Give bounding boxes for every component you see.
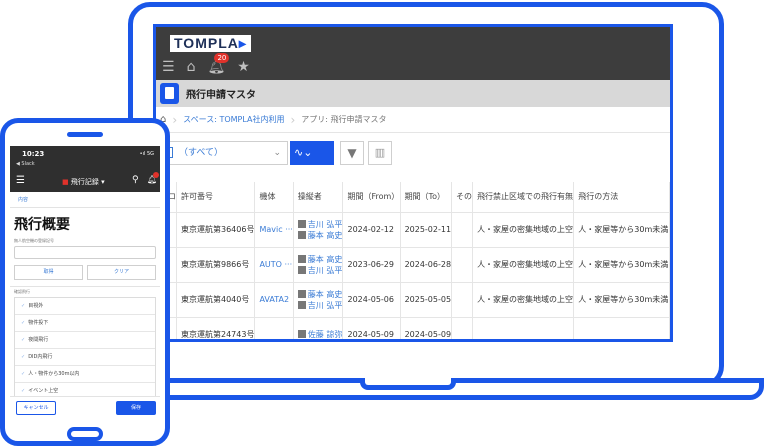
- back-to-app[interactable]: ◀ Slack: [16, 161, 35, 167]
- table-row[interactable]: 3 東京運航第4040号 AVATA2 藤本 高史 吉川 弘平 2024-05-…: [156, 282, 670, 318]
- user-link[interactable]: 佐藤 諒弥: [297, 329, 342, 339]
- user-icon: [297, 330, 306, 338]
- status-time: 10:23: [22, 150, 45, 158]
- app-icon: [160, 83, 179, 104]
- clear-button[interactable]: クリア: [87, 265, 156, 280]
- menu-icon[interactable]: ☰: [16, 175, 25, 186]
- filter-button[interactable]: ▼: [340, 141, 364, 165]
- column-header[interactable]: 飛行の方法: [573, 182, 670, 213]
- phone-frame: 10:23 ◀ Slack •ıl 5G ☰ ■ 飛行記録 ▾ ⚲ 🔔︎ 内容 …: [0, 118, 170, 446]
- chart-button[interactable]: ▥: [368, 141, 392, 165]
- status-bar: 10:23 ◀ Slack •ıl 5G: [10, 146, 160, 172]
- table-row[interactable]: 4 東京運航第9866号 AUTO ··· 藤本 高史 吉川 弘平 2023-0…: [156, 247, 670, 283]
- table-row[interactable]: 2 東京運航第24743号 佐藤 諒弥 2024-05-09 2024-05-0…: [156, 317, 670, 339]
- breadcrumb-separator: ›: [172, 112, 178, 127]
- graph-button[interactable]: ∿⌄: [290, 141, 334, 165]
- user-icon: [297, 300, 306, 309]
- checkbox-item[interactable]: ✓ 目視外: [15, 298, 155, 315]
- user-link[interactable]: 吉川 弘平: [297, 300, 342, 311]
- top-icons: ☰ ⌂ 🔔︎ 20 ★: [162, 53, 250, 75]
- user-link[interactable]: 藤本 高史: [297, 230, 342, 241]
- column-header[interactable]: その: [451, 182, 474, 213]
- tompla-logo[interactable]: TOMPLA▸: [170, 35, 251, 52]
- check-icon: ✓: [21, 371, 26, 377]
- star-icon[interactable]: ★: [237, 59, 250, 75]
- checkbox-item[interactable]: ✓ 夜間飛行: [15, 332, 155, 349]
- column-header[interactable]: 操縦者: [293, 182, 344, 213]
- breadcrumb-app: アプリ: 飛行申請マスタ: [301, 115, 387, 124]
- button-row: 取得 クリア: [14, 265, 156, 280]
- field-label: 無人航空機の登録記号: [14, 238, 54, 243]
- view-select[interactable]: （すべて） ⌄: [156, 141, 288, 165]
- checkbox-item[interactable]: ✓ 人・物件から30m以内: [15, 366, 155, 383]
- cancel-button[interactable]: キャンセル: [16, 401, 56, 415]
- chevron-down-icon: ⌄: [273, 148, 281, 158]
- phone-speaker: [67, 132, 103, 137]
- bell-icon[interactable]: 🔔︎ 20: [207, 53, 230, 75]
- column-header[interactable]: 期間（From）: [342, 182, 401, 213]
- laptop-screen: TOMPLA▸ ☰ ⌂ 🔔︎ 20 ★ 飛行申請マスタ ⌂ › スペース: TOM…: [153, 24, 673, 342]
- checkbox-item[interactable]: ✓ 物件投下: [15, 315, 155, 332]
- column-header[interactable]: 機体: [254, 182, 294, 213]
- user-link[interactable]: 吉川 弘平: [297, 265, 342, 276]
- home-icon[interactable]: ⌂: [187, 59, 196, 75]
- save-button[interactable]: 保存: [116, 401, 156, 415]
- signal-indicator: •ıl 5G: [139, 151, 154, 157]
- check-icon: ✓: [21, 388, 26, 394]
- notification-badge: 20: [214, 53, 230, 63]
- top-bar: TOMPLA▸ ☰ ⌂ 🔔︎ 20 ★: [156, 27, 670, 80]
- fetch-button[interactable]: 取得: [14, 265, 83, 280]
- record-table: レコ 許可番号 機体 操縦者 期間（From） 期間（To） その 飛行禁止区域…: [156, 182, 670, 339]
- record-type-select[interactable]: ■ 飛行記録 ▾: [62, 177, 105, 187]
- graph-icon: ∿⌄: [294, 146, 313, 159]
- bar-chart-icon: ▥: [374, 146, 386, 159]
- home-button[interactable]: [67, 427, 103, 441]
- user-link[interactable]: 藤本 高史: [297, 254, 342, 265]
- user-icon: [297, 230, 306, 239]
- phone-nav-bar: ☰ ■ 飛行記録 ▾ ⚲ 🔔︎: [10, 172, 160, 192]
- app-title: 飛行申請マスタ: [186, 90, 256, 101]
- notification-badge: [153, 172, 159, 178]
- user-icon: [297, 219, 306, 228]
- laptop-notch: [360, 378, 456, 390]
- user-icon: [297, 289, 306, 298]
- toolbar: （すべて） ⌄ ∿⌄ ▼ ▥: [156, 133, 670, 175]
- column-header[interactable]: 期間（To）: [400, 182, 453, 213]
- user-icon: [297, 265, 306, 274]
- app-header: 飛行申請マスタ: [156, 80, 670, 107]
- user-link[interactable]: 藤本 高史: [297, 289, 342, 300]
- breadcrumb-space[interactable]: スペース: TOMPLA社内利用: [183, 114, 284, 125]
- checkbox-item[interactable]: ✓ DID内飛行: [15, 349, 155, 366]
- table-row[interactable]: 5 東京運航第36406号 Mavic ··· 吉川 弘平 藤本 高史 2024…: [156, 212, 670, 248]
- phone-screen: 10:23 ◀ Slack •ıl 5G ☰ ■ 飛行記録 ▾ ⚲ 🔔︎ 内容 …: [10, 146, 160, 418]
- page-title: 飛行概要: [14, 217, 70, 233]
- checkbox-list: ✓ 目視外 ✓ 物件投下 ✓ 夜間飛行 ✓ DID内飛行 ✓ 人・物件から30m以内 ✓ イ…: [14, 297, 156, 401]
- user-icon: [297, 254, 306, 263]
- breadcrumb-separator: ›: [290, 112, 296, 127]
- check-icon: ✓: [21, 354, 26, 360]
- search-icon[interactable]: ⚲: [132, 175, 139, 185]
- menu-icon[interactable]: ☰: [162, 59, 175, 75]
- table-header: レコ 許可番号 機体 操縦者 期間（From） 期間（To） その 飛行禁止区域…: [156, 182, 670, 213]
- check-icon: ✓: [21, 320, 26, 326]
- column-header[interactable]: 許可番号: [176, 182, 256, 213]
- check-icon: ✓: [21, 337, 26, 343]
- user-link[interactable]: 吉川 弘平: [297, 219, 342, 230]
- column-header[interactable]: 飛行禁止区域での飛行有無: [472, 182, 575, 213]
- phone-footer: キャンセル 保存: [10, 396, 160, 418]
- filter-icon: ▼: [347, 146, 357, 160]
- tab-content[interactable]: 内容: [10, 192, 160, 208]
- section-label: 確認飛行: [14, 289, 30, 294]
- check-icon: ✓: [21, 303, 26, 309]
- registration-input[interactable]: [14, 246, 156, 259]
- breadcrumb: ⌂ › スペース: TOMPLA社内利用 › アプリ: 飛行申請マスタ: [156, 107, 670, 133]
